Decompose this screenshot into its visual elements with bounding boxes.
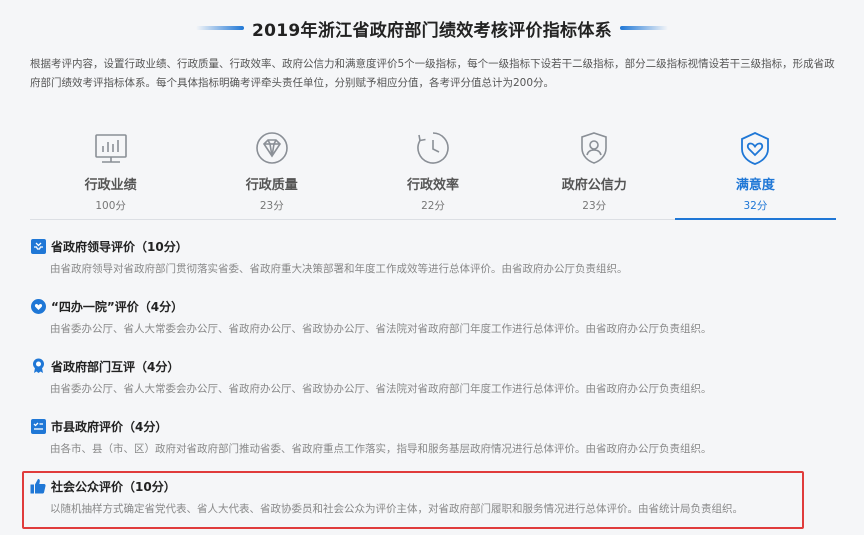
list-item-description: 以随机抽样方式确定省党代表、省人大代表、省政协委员和社会公众为评价主体，对省政府… — [50, 503, 743, 515]
tab-admin-quality[interactable]: 行政质量 23分 — [191, 126, 352, 219]
tab-admin-efficiency[interactable]: 行政效率 22分 — [352, 126, 513, 219]
page-title: 2019年浙江省政府部门绩效考核评价指标体系 — [252, 20, 612, 41]
satisfaction-indicator-list: 省政府领导评价（10分） 由省政府领导对省政府部门贯彻落实省委、省政府重大决策部… — [30, 236, 836, 535]
heart-icon — [30, 298, 46, 314]
page-header: 2019年浙江省政府部门绩效考核评价指标体系 — [0, 14, 864, 42]
list-item-description: 由省政府领导对省政府部门贯彻落实省委、省政府重大决策部署和年度工作成效等进行总体… — [50, 263, 628, 275]
tab-satisfaction[interactable]: 满意度 32分 — [674, 126, 837, 220]
list-item: “四办一院”评价（4分） 由省委办公厅、省人大常委会办公厅、省政府办公厅、省政协… — [30, 296, 836, 356]
diamond-icon — [254, 130, 290, 166]
list-item-title: 省政府部门互评（4分） — [51, 359, 180, 374]
bar-chart-icon — [93, 130, 129, 166]
tab-label: 政府公信力 — [561, 178, 627, 193]
list-item-title: 市县政府评价（4分） — [51, 419, 168, 434]
checklist-icon — [30, 418, 46, 434]
list-item: 省政府领导评价（10分） 由省政府领导对省政府部门贯彻落实省委、省政府重大决策部… — [30, 236, 836, 296]
clock-icon — [415, 130, 451, 166]
tab-admin-performance[interactable]: 行政业绩 100分 — [30, 126, 191, 219]
inbox-icon — [30, 238, 46, 254]
indicator-tabs: 行政业绩 100分 行政质量 23分 行政效率 22分 政府公信力 23分 满意… — [30, 126, 837, 220]
tab-government-credibility[interactable]: 政府公信力 23分 — [514, 126, 675, 219]
list-item-title: 社会公众评价（10分） — [51, 479, 176, 494]
tab-score: 32分 — [743, 200, 768, 212]
title-decoration-left — [196, 26, 245, 30]
list-item-description: 由省委办公厅、省人大常委会办公厅、省政府办公厅、省政协办公厅、省法院对省政府部门… — [50, 323, 712, 335]
award-icon — [30, 358, 46, 374]
tab-score: 23分 — [259, 200, 284, 212]
list-item: 社会公众评价（10分） 以随机抽样方式确定省党代表、省人大代表、省政协委员和社会… — [30, 476, 836, 535]
tab-score: 22分 — [421, 200, 445, 212]
tab-label: 行政效率 — [407, 178, 460, 193]
shield-user-icon — [576, 130, 612, 166]
tab-label: 行政业绩 — [84, 178, 137, 193]
intro-paragraph: 根据考评内容，设置行政业绩、行政质量、行政效率、政府公信力和满意度评价5个一级指… — [30, 58, 835, 89]
tab-score: 23分 — [582, 200, 607, 212]
tab-score: 100分 — [95, 200, 126, 212]
title-decoration-right — [619, 26, 668, 30]
list-item: 市县政府评价（4分） 由各市、县（市、区）政府对省政府部门推动省委、省政府重点工… — [30, 416, 836, 476]
thumbs-up-icon — [30, 478, 46, 494]
list-item-title: 省政府领导评价（10分） — [51, 239, 188, 254]
list-item: 省政府部门互评（4分） 由省委办公厅、省人大常委会办公厅、省政府办公厅、省政协办… — [30, 356, 836, 416]
list-item-title: “四办一院”评价（4分） — [51, 299, 184, 314]
tab-label: 行政质量 — [245, 178, 298, 193]
tab-label: 满意度 — [735, 178, 775, 193]
heart-shield-icon — [737, 130, 773, 166]
list-item-description: 由省委办公厅、省人大常委会办公厅、省政府办公厅、省政协办公厅、省法院对省政府部门… — [50, 383, 712, 395]
list-item-description: 由各市、县（市、区）政府对省政府部门推动省委、省政府重点工作落实，指导和服务基层… — [50, 443, 712, 455]
